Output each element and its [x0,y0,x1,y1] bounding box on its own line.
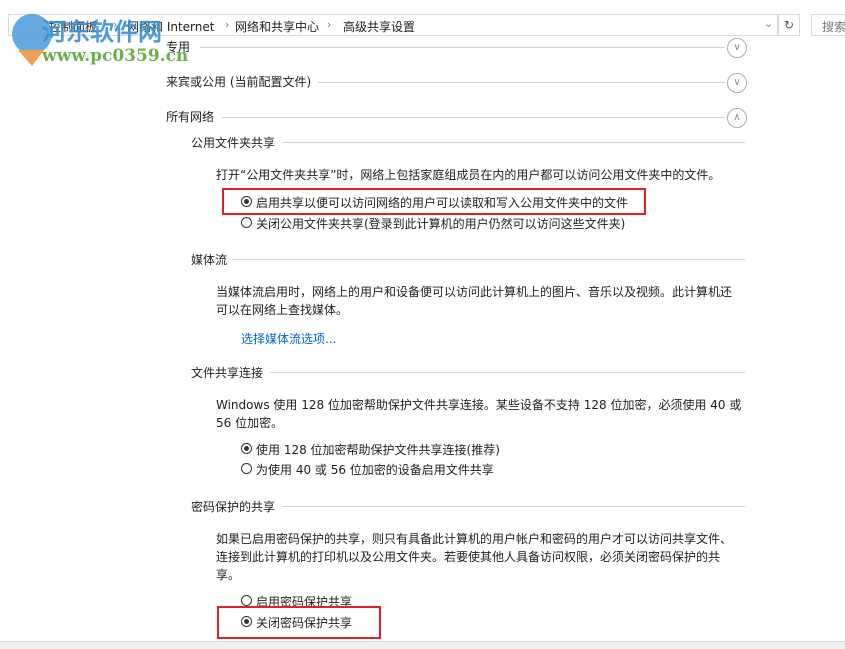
search-input[interactable]: 搜索 [811,14,845,36]
section-desc: Windows 使用 128 位加密帮助保护文件共享连接。某些设备不支持 128… [216,396,741,413]
chevron-up-icon[interactable]: ∧ [727,108,747,128]
dropdown-icon[interactable]: ⌄ [764,17,773,30]
logo-url: www.pc0359.cn [42,46,188,66]
breadcrumb-network-center[interactable]: 网络和共享中心 [235,18,319,35]
chevron-right-icon: › [225,18,229,31]
media-streaming-options-link[interactable]: 选择媒体流选项... [241,330,336,347]
profile-guest-public[interactable]: 来宾或公用 (当前配置文件) [166,73,311,90]
radio-label[interactable]: 为使用 40 或 56 位加密的设备启用文件共享 [256,461,494,478]
breadcrumb-advanced-sharing[interactable]: 高级共享设置 [343,18,415,35]
radio-label[interactable]: 使用 128 位加密帮助保护文件共享连接(推荐) [256,441,500,458]
radio-disable-public-sharing[interactable] [241,217,252,228]
chevron-down-icon[interactable]: ∨ [727,73,747,93]
highlight-box [222,188,646,215]
radio-enable-password[interactable] [241,595,252,606]
radio-40-56bit[interactable] [241,463,252,474]
highlight-box [217,606,381,639]
section-desc: 可以在网络上查找媒体。 [216,301,348,318]
section-title: 公用文件夹共享 [191,134,275,151]
chevron-right-icon: › [327,18,331,31]
section-title: 文件共享连接 [191,364,263,381]
radio-128bit[interactable] [241,443,252,454]
section-title: 媒体流 [191,251,227,268]
chevron-down-icon[interactable]: ∨ [727,38,747,58]
section-desc: 当媒体流启用时，网络上的用户和设备便可以访问此计算机上的图片、音乐以及视频。此计… [216,283,732,300]
section-desc: 打开“公用文件夹共享”时，网络上包括家庭组成员在内的用户都可以访问公用文件夹中的… [216,166,720,183]
radio-label[interactable]: 关闭公用文件夹共享(登录到此计算机的用户仍然可以访问这些文件夹) [256,215,625,232]
section-desc: 如果已启用密码保护的共享，则只有具备此计算机的用户帐户和密码的用户才可以访问共享… [216,530,732,547]
profile-all-networks[interactable]: 所有网络 [166,108,214,125]
logo-name: 河东软件网 [42,12,162,47]
watermark-logo: 河东软件网 www.pc0359.cn [8,10,218,70]
section-desc: 56 位加密。 [216,414,283,431]
section-desc: 连接到此计算机的打印机以及公用文件夹。若要使其他人具备访问权限，必须关闭密码保护… [216,548,720,565]
section-desc: 享。 [216,566,240,583]
refresh-button[interactable]: ↻ [778,14,800,36]
section-title: 密码保护的共享 [191,498,275,515]
